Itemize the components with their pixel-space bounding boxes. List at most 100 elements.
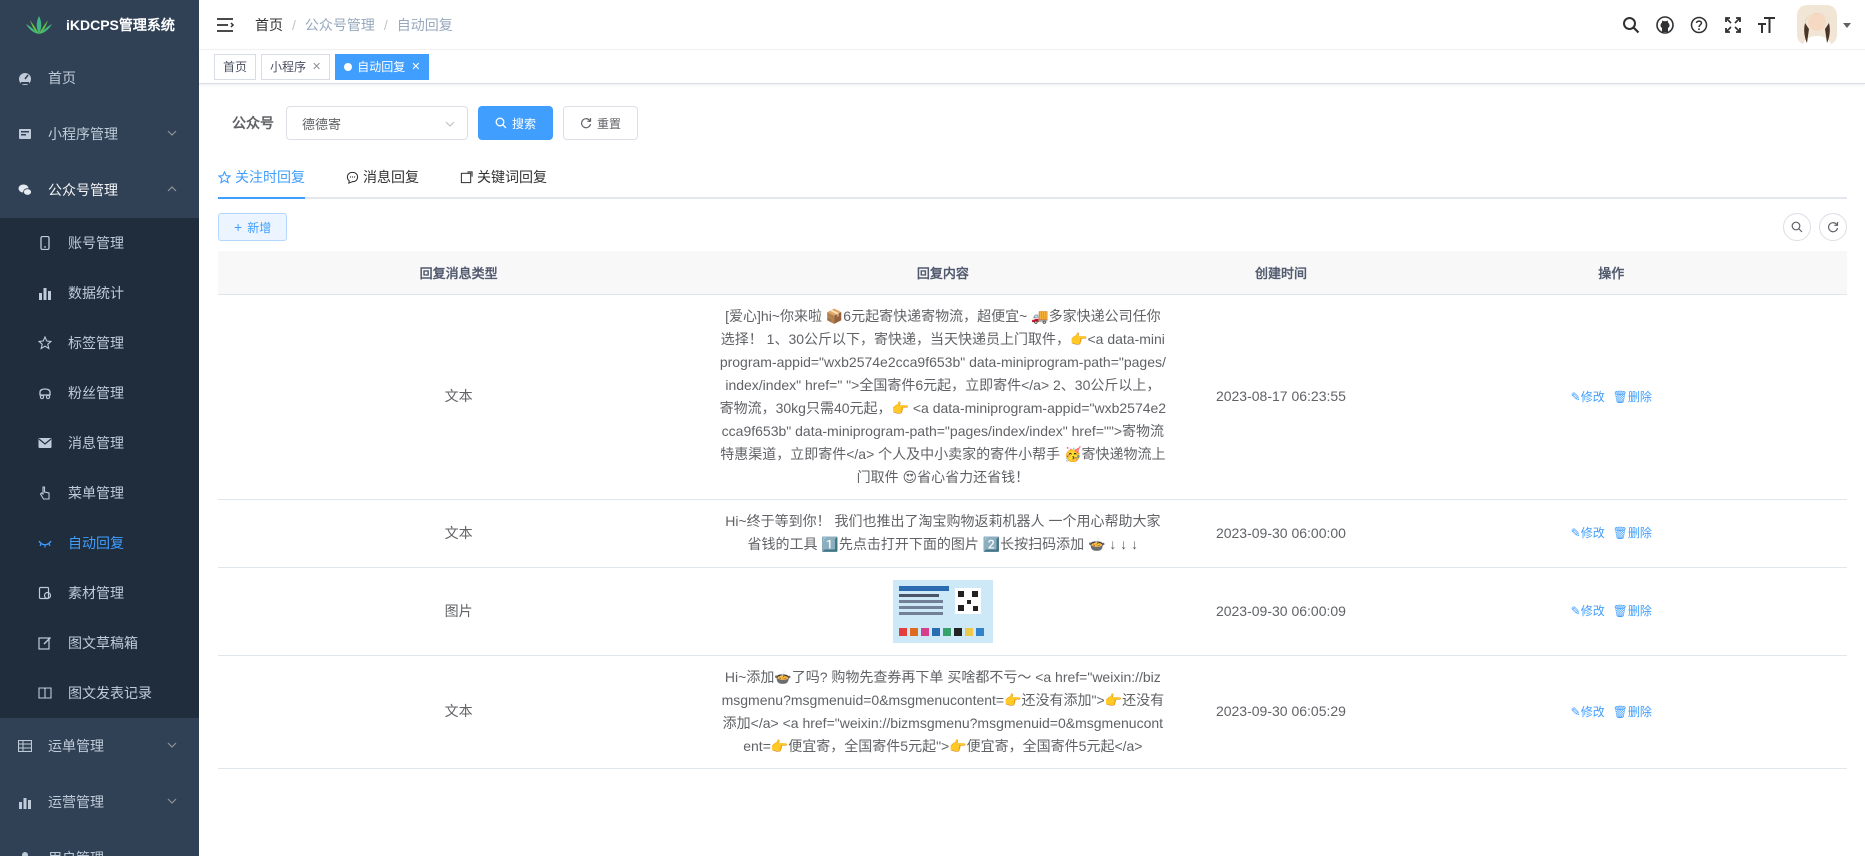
sidebar-item-menus[interactable]: 菜单管理 [0, 468, 199, 518]
sidebar-item-label: 运营管理 [48, 794, 104, 810]
sidebar-item-operations[interactable]: 运营管理 [0, 774, 199, 830]
chat-icon [346, 171, 359, 184]
account-select[interactable]: 德德寄 [286, 106, 468, 140]
caret-down-icon[interactable] [1843, 21, 1851, 29]
sidebar-item-home[interactable]: 首页 [0, 50, 199, 106]
delete-button[interactable]: 🗑 删除 [1613, 701, 1652, 724]
table-row: 文本 Hi~添加🍲了吗? 购物先查券再下单 买啥都不亏～ <a href="we… [218, 655, 1847, 769]
sidebar-item-messages[interactable]: 消息管理 [0, 418, 199, 468]
edit-button[interactable]: ✎ 修改 [1571, 522, 1605, 545]
sidebar-item-accounts[interactable]: 账号管理 [0, 218, 199, 268]
delete-button[interactable]: 🗑 删除 [1613, 522, 1652, 545]
help-icon[interactable] [1689, 15, 1709, 35]
cell-actions: ✎ 修改 🗑 删除 [1375, 499, 1847, 568]
col-header-type: 回复消息类型 [218, 251, 700, 295]
delete-label: 删除 [1627, 604, 1652, 618]
sidebar-item-tags[interactable]: 标签管理 [0, 318, 199, 368]
col-header-actions: 操作 [1375, 251, 1847, 295]
sidebar-item-official-account[interactable]: 公众号管理 [0, 162, 199, 218]
sidebar-item-statistics[interactable]: 数据统计 [0, 268, 199, 318]
delete-label: 删除 [1627, 704, 1652, 719]
toggle-search-button[interactable] [1783, 213, 1811, 241]
search-button[interactable]: 搜索 [478, 106, 554, 140]
sidebar-item-miniprogram[interactable]: 小程序管理 [0, 106, 199, 162]
refresh-icon [1827, 222, 1839, 233]
bar-chart-icon [38, 286, 52, 300]
sub-item-label: 数据统计 [68, 285, 124, 301]
miniprogram-icon [18, 127, 32, 141]
avatar[interactable] [1797, 5, 1837, 45]
tag-miniprogram[interactable]: 小程序 ✕ [261, 53, 331, 80]
sidebar-item-publish-records[interactable]: 图文发表记录 [0, 668, 199, 718]
font-size-icon[interactable] [1757, 15, 1777, 35]
sidebar-item-materials[interactable]: 素材管理 [0, 568, 199, 618]
table-header-row: 回复消息类型 回复内容 创建时间 操作 [218, 251, 1847, 295]
add-button-label: 新增 [247, 220, 272, 235]
refresh-button[interactable] [1819, 213, 1847, 241]
edit-icon: ✎ [1570, 389, 1581, 404]
sidebar-item-fans[interactable]: 粉丝管理 [0, 368, 199, 418]
right-menu [1621, 0, 1865, 50]
edit-label: 修改 [1580, 389, 1605, 404]
app-container: 公众号 德德寄 搜索 重置 关注时回复 消息回复 关键词回复 + 新增 回复消息… [199, 84, 1865, 769]
github-icon[interactable] [1655, 15, 1675, 35]
sidebar-item-label: 首页 [48, 70, 76, 86]
reset-button[interactable]: 重置 [563, 106, 639, 140]
sidebar-item-label: 公众号管理 [48, 182, 118, 198]
tab-label: 关注时回复 [235, 169, 305, 185]
user-icon [18, 851, 32, 856]
tag-home[interactable]: 首页 [214, 53, 257, 80]
edit-button[interactable]: ✎ 修改 [1571, 386, 1605, 409]
breadcrumb-home[interactable]: 首页 [255, 15, 283, 35]
delete-button[interactable]: 🗑 删除 [1613, 386, 1652, 409]
reset-button-label: 重置 [597, 116, 622, 131]
tab-message-reply[interactable]: 消息回复 [346, 157, 419, 197]
sidebar-item-users[interactable]: 用户管理 [0, 830, 199, 856]
fullscreen-icon[interactable] [1723, 15, 1743, 35]
book-icon [38, 686, 52, 700]
phone-icon [38, 236, 52, 250]
edit-button[interactable]: ✎ 修改 [1571, 701, 1605, 724]
search-icon [495, 117, 507, 129]
tag-label: 小程序 [270, 59, 307, 74]
reply-tabs: 关注时回复 消息回复 关键词回复 [218, 159, 1847, 199]
cell-actions: ✎ 修改 🗑 删除 [1375, 655, 1847, 769]
sidebar-item-drafts[interactable]: 图文草稿箱 [0, 618, 199, 668]
edit-button[interactable]: ✎ 修改 [1571, 600, 1605, 623]
breadcrumb-official-account: 公众号管理 [304, 16, 375, 33]
trash-icon: 🗑 [1612, 704, 1628, 719]
refresh-icon [580, 118, 592, 129]
material-icon [38, 586, 52, 600]
cell-time: 2023-08-17 06:23:55 [1186, 294, 1376, 500]
close-icon[interactable]: ✕ [312, 55, 321, 79]
sub-item-label: 标签管理 [68, 335, 124, 351]
sub-item-label: 粉丝管理 [68, 385, 124, 401]
hamburger-icon[interactable] [215, 15, 235, 35]
reply-image-thumbnail[interactable] [892, 579, 993, 643]
edit-icon: ✎ [1570, 526, 1581, 540]
reply-table: 回复消息类型 回复内容 创建时间 操作 文本 [爱心]hi~你来啦 📦6元起寄快… [218, 251, 1847, 769]
tag-auto-reply[interactable]: 自动回复 ✕ [335, 53, 430, 80]
table-row: 文本 [爱心]hi~你来啦 📦6元起寄快递寄物流，超便宜~ 🚚多家快递公司任你选… [218, 294, 1847, 500]
tab-keyword-reply[interactable]: 关键词回复 [460, 157, 547, 197]
cell-type: 图片 [218, 567, 700, 656]
sub-item-label: 图文草稿箱 [68, 635, 138, 651]
sidebar-item-auto-reply[interactable]: 自动回复 [0, 518, 199, 568]
cell-time: 2023-09-30 06:05:29 [1186, 655, 1376, 769]
add-button[interactable]: + 新增 [218, 213, 288, 241]
col-header-content: 回复内容 [699, 251, 1187, 295]
chevron-down-icon [445, 121, 455, 127]
breadcrumb-auto-reply: 自动回复 [396, 16, 453, 33]
tag-label: 首页 [223, 59, 248, 74]
close-icon[interactable]: ✕ [411, 55, 420, 79]
cell-content: Hi~终于等到你！ 我们也推出了淘宝购物返莉机器人 一个用心帮助大家省钱的工具 … [699, 499, 1187, 568]
tab-follow-reply[interactable]: 关注时回复 [218, 157, 305, 199]
sidebar-item-waybills[interactable]: 运单管理 [0, 718, 199, 774]
search-icon[interactable] [1621, 15, 1641, 35]
chevron-down-icon [167, 742, 177, 748]
search-icon [1791, 221, 1803, 233]
app-logo[interactable]: iKDCPS管理系统 [0, 0, 199, 50]
cell-time: 2023-09-30 06:00:09 [1186, 567, 1376, 656]
filter-form: 公众号 德德寄 搜索 重置 [218, 105, 1847, 141]
delete-button[interactable]: 🗑 删除 [1613, 600, 1652, 623]
